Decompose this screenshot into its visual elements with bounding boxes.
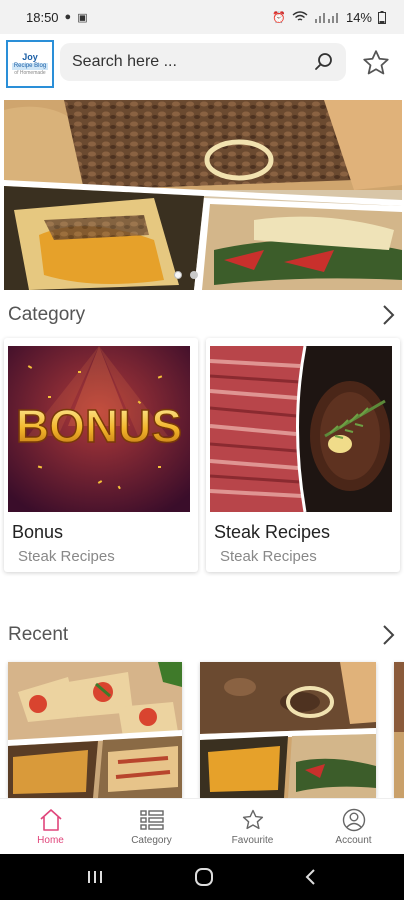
hero-banner[interactable] [4, 100, 402, 290]
logo-line-1: Joy [22, 51, 38, 62]
logo-line-3: of Homemade [14, 69, 46, 76]
category-subtitle: Steak Recipes [18, 548, 115, 565]
banner-food-image [4, 100, 402, 290]
chevron-right-icon[interactable] [380, 304, 396, 326]
recent-card-partial[interactable] [394, 662, 404, 798]
pagination-dot[interactable] [190, 271, 198, 279]
recent-apps-icon[interactable] [85, 868, 105, 886]
recent-image-pizza [8, 662, 182, 798]
recent-card-cheesesteak[interactable] [200, 662, 376, 798]
nav-category[interactable]: Category [101, 799, 202, 854]
battery-icon [378, 10, 386, 24]
category-section-title: Category [8, 304, 86, 325]
search-placeholder: Search here ... [72, 53, 177, 70]
bonus-image-text: BONUS [16, 400, 182, 452]
category-card-steak-recipes[interactable]: Steak Recipes Steak Recipes [206, 338, 400, 572]
recent-image-cheesesteak [200, 662, 376, 798]
back-icon[interactable] [303, 867, 319, 887]
nav-label: Home [37, 834, 64, 846]
banner-pagination[interactable] [174, 271, 198, 279]
status-bar: 18:50 ● ▣ ⏰ 14% [0, 0, 404, 34]
status-time: 18:50 [26, 9, 59, 25]
recent-image-partial [394, 662, 404, 798]
recent-section-header: Recent [8, 620, 396, 650]
category-card-bonus[interactable]: BONUS Bonus Steak Recipes [4, 338, 198, 572]
search-input[interactable]: Search here ... [60, 43, 346, 81]
category-name: Steak Recipes [214, 522, 331, 542]
category-image-steak [210, 346, 392, 512]
app-logo[interactable]: Joy Recipe Blog of Homemade [6, 40, 54, 88]
nav-favourite[interactable]: Favourite [202, 799, 303, 854]
wifi-icon [292, 11, 308, 21]
nav-label: Account [335, 834, 372, 846]
nav-label: Category [131, 834, 172, 846]
category-image-bonus: BONUS [8, 346, 190, 512]
account-icon [342, 808, 365, 831]
signal-icon [314, 13, 338, 23]
top-bar: Joy Recipe Blog of Homemade Search here … [0, 34, 404, 94]
list-icon [139, 809, 164, 830]
chevron-right-icon[interactable] [380, 624, 396, 646]
star-icon [242, 809, 263, 829]
notification-icon: ● [64, 11, 72, 23]
nav-home[interactable]: Home [0, 799, 101, 854]
category-subtitle: Steak Recipes [220, 548, 317, 565]
alarm-icon: ⏰ [272, 11, 286, 24]
logo-line-2: Recipe Blog [11, 62, 49, 70]
category-section-header: Category [8, 300, 396, 330]
screen-icon: ▣ [77, 11, 88, 24]
bottom-navigation: Home Category Favourite Account [0, 798, 404, 854]
home-icon [39, 808, 62, 831]
recent-card-pizza[interactable] [8, 662, 182, 798]
star-icon [363, 50, 389, 75]
system-navigation-bar [0, 854, 404, 900]
search-icon[interactable] [314, 52, 334, 72]
battery-percent: 14% [345, 9, 372, 25]
pagination-dot[interactable] [174, 271, 182, 279]
favourites-button[interactable] [358, 45, 394, 81]
home-button-icon[interactable] [194, 867, 214, 887]
recent-section-title: Recent [8, 624, 69, 645]
category-name: Bonus [12, 522, 64, 542]
nav-account[interactable]: Account [303, 799, 404, 854]
nav-label: Favourite [231, 834, 274, 846]
